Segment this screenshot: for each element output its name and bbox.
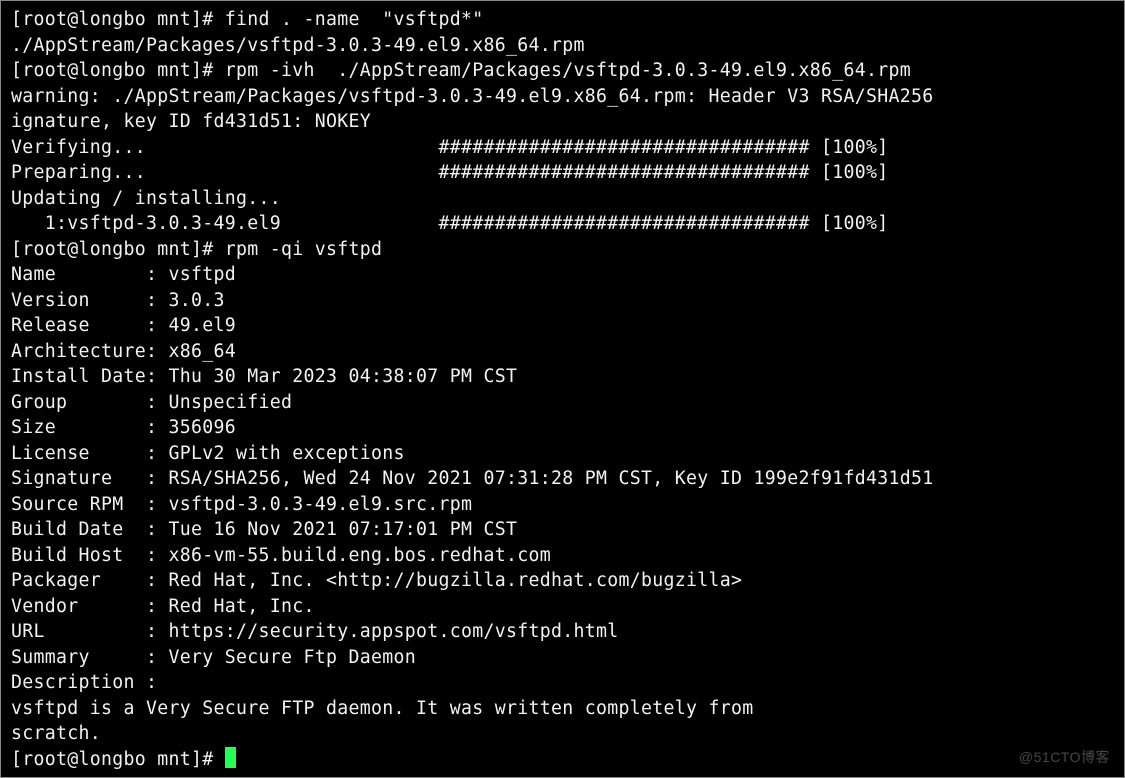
qi-build-date: Build Date : Tue 16 Nov 2021 07:17:01 PM… (11, 519, 517, 540)
prompt-4: [root@longbo mnt]# (11, 749, 225, 770)
rpm-warning-line-2: ignature, key ID fd431d51: NOKEY (11, 111, 371, 132)
prompt-2: [root@longbo mnt]# (11, 60, 225, 81)
prompt-3: [root@longbo mnt]# (11, 239, 225, 260)
qi-group: Group : Unspecified (11, 392, 292, 413)
watermark: @51CTO博客 (1019, 747, 1110, 767)
qi-packager: Packager : Red Hat, Inc. <http://bugzill… (11, 570, 742, 591)
rpm-warning-line-1: warning: ./AppStream/Packages/vsftpd-3.0… (11, 86, 945, 107)
qi-description-header: Description : (11, 672, 157, 693)
qi-url: URL : https://security.appspot.com/vsftp… (11, 621, 619, 642)
rpm-package-line: 1:vsftpd-3.0.3-49.el9 ##################… (11, 213, 888, 234)
qi-version: Version : 3.0.3 (11, 290, 225, 311)
qi-signature: Signature : RSA/SHA256, Wed 24 Nov 2021 … (11, 468, 933, 489)
qi-release: Release : 49.el9 (11, 315, 236, 336)
qi-size: Size : 356096 (11, 417, 236, 438)
qi-license: License : GPLv2 with exceptions (11, 443, 405, 464)
qi-vendor: Vendor : Red Hat, Inc. (11, 596, 315, 617)
rpm-updating-line: Updating / installing... (11, 188, 281, 209)
qi-install-date: Install Date: Thu 30 Mar 2023 04:38:07 P… (11, 366, 517, 387)
rpm-verifying-line: Verifying... ###########################… (11, 137, 888, 158)
command-1: find . -name "vsftpd*" (225, 9, 484, 30)
find-output: ./AppStream/Packages/vsftpd-3.0.3-49.el9… (11, 35, 585, 56)
qi-name: Name : vsftpd (11, 264, 236, 285)
qi-summary: Summary : Very Secure Ftp Daemon (11, 647, 416, 668)
qi-source-rpm: Source RPM : vsftpd-3.0.3-49.el9.src.rpm (11, 494, 472, 515)
qi-architecture: Architecture: x86_64 (11, 341, 236, 362)
qi-description-line-2: scratch. (11, 723, 101, 744)
rpm-preparing-line: Preparing... ###########################… (11, 162, 888, 183)
qi-description-line-1: vsftpd is a Very Secure FTP daemon. It w… (11, 698, 754, 719)
prompt-1: [root@longbo mnt]# (11, 9, 225, 30)
command-3: rpm -qi vsftpd (225, 239, 383, 260)
qi-build-host: Build Host : x86-vm-55.build.eng.bos.red… (11, 545, 551, 566)
cursor-icon[interactable] (225, 747, 236, 768)
command-2: rpm -ivh ./AppStream/Packages/vsftpd-3.0… (225, 60, 911, 81)
terminal-window: [root@longbo mnt]# find . -name "vsftpd*… (0, 0, 1125, 778)
terminal-output[interactable]: [root@longbo mnt]# find . -name "vsftpd*… (11, 7, 1118, 772)
